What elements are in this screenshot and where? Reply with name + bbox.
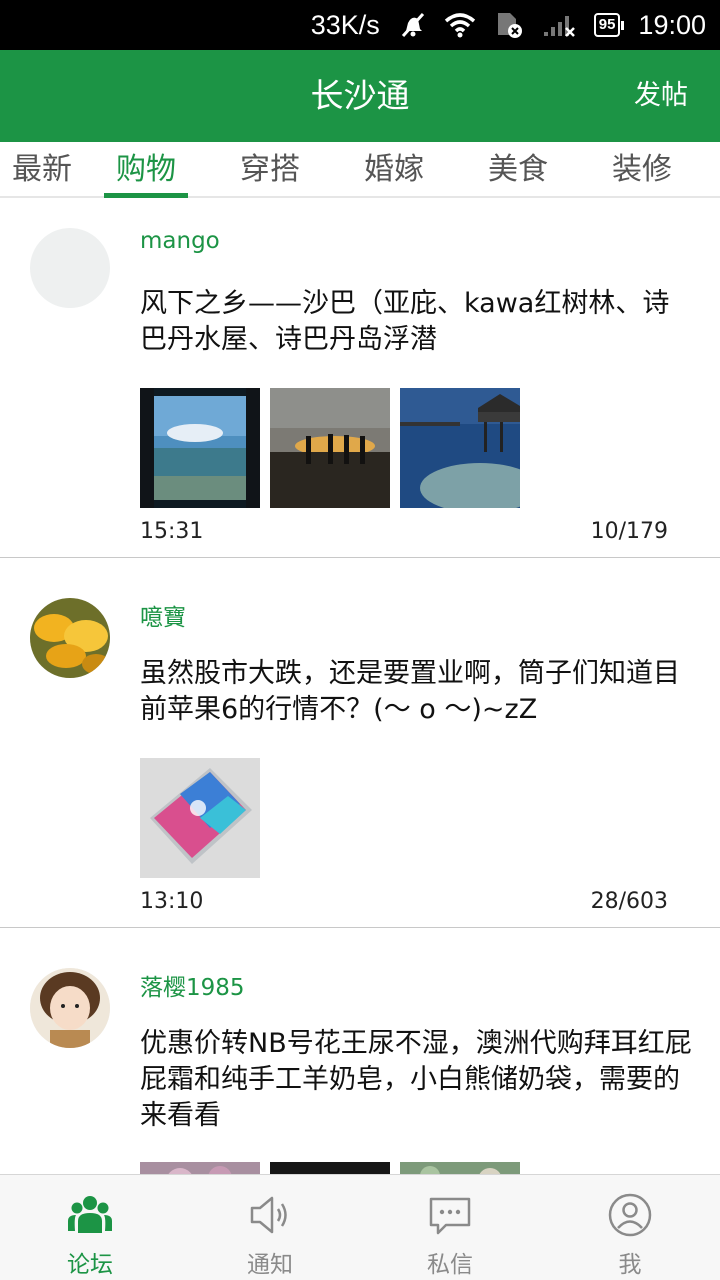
mute-icon <box>398 11 426 39</box>
post-title[interactable]: 虽然股市大跌，还是要置业啊，筒子们知道目前苹果6的行情不？(～ o ～)~zZ <box>140 656 692 728</box>
post-images <box>140 388 530 508</box>
post-time: 13:10 <box>140 889 204 914</box>
post-author[interactable]: 噫寶 <box>140 598 186 632</box>
nav-notifications[interactable]: 通知 <box>180 1175 360 1280</box>
nav-profile[interactable]: 我 <box>540 1175 720 1280</box>
tab-outfits[interactable]: 穿搭 <box>208 142 332 196</box>
tab-wedding[interactable]: 婚嫁 <box>332 142 456 196</box>
profile-icon <box>608 1193 652 1237</box>
post-feed[interactable]: mango 风下之乡——沙巴（亚庇、kawa红树林、诗巴丹水屋、诗巴丹岛浮潜 1… <box>0 200 720 1174</box>
new-post-button[interactable]: 发帖 <box>634 50 688 142</box>
forum-icon <box>68 1193 112 1237</box>
nav-forum[interactable]: 论坛 <box>0 1175 180 1280</box>
nav-label: 论坛 <box>67 1252 113 1278</box>
signal-icon <box>542 12 576 38</box>
post-image[interactable] <box>400 388 520 508</box>
post-images <box>140 758 270 878</box>
post-image[interactable] <box>140 388 260 508</box>
post-item[interactable]: 噫寶 虽然股市大跌，还是要置业啊，筒子们知道目前苹果6的行情不？(～ o ～)~… <box>0 558 720 928</box>
app-screen: 33K/s 95 19:00 长沙通 发帖 最新 购物 穿搭 婚嫁 美食 装修 <box>0 0 720 1280</box>
post-title[interactable]: 风下之乡——沙巴（亚庇、kawa红树林、诗巴丹水屋、诗巴丹岛浮潜 <box>140 286 692 358</box>
post-item[interactable]: 落樱1985 优惠价转NB号花王尿不湿，澳洲代购拜耳红屁屁霜和纯手工羊奶皂，小白… <box>0 928 720 1174</box>
post-image[interactable] <box>400 1162 520 1174</box>
nav-label: 我 <box>618 1252 642 1278</box>
post-reply-count: 28/603 <box>590 889 668 914</box>
post-image[interactable] <box>140 758 260 878</box>
battery-indicator: 95 <box>593 13 625 37</box>
post-time: 15:31 <box>140 519 204 544</box>
tab-shopping[interactable]: 购物 <box>84 142 208 198</box>
post-image[interactable] <box>270 1162 390 1174</box>
wifi-icon <box>444 12 476 38</box>
post-title[interactable]: 优惠价转NB号花王尿不湿，澳洲代购拜耳红屁屁霜和纯手工羊奶皂，小白熊储奶袋，需要… <box>140 1026 694 1134</box>
post-reply-count: 10/179 <box>590 519 668 544</box>
status-bar: 33K/s 95 19:00 <box>0 0 720 50</box>
tab-food[interactable]: 美食 <box>456 142 580 196</box>
post-image[interactable] <box>140 1162 260 1174</box>
post-image[interactable] <box>270 388 390 508</box>
tab-latest[interactable]: 最新 <box>0 142 84 196</box>
post-images <box>140 1162 530 1174</box>
tab-decoration[interactable]: 装修 <box>580 142 704 196</box>
app-header: 长沙通 发帖 <box>0 50 720 142</box>
avatar[interactable] <box>30 968 110 1048</box>
post-author[interactable]: 落樱1985 <box>140 968 245 1002</box>
category-tabs: 最新 购物 穿搭 婚嫁 美食 装修 <box>0 142 720 198</box>
nav-messages[interactable]: 私信 <box>360 1175 540 1280</box>
avatar[interactable] <box>30 228 110 308</box>
avatar[interactable] <box>30 598 110 678</box>
post-item[interactable]: mango 风下之乡——沙巴（亚庇、kawa红树林、诗巴丹水屋、诗巴丹岛浮潜 1… <box>0 200 720 558</box>
clock: 19:00 <box>638 9 706 40</box>
network-speed: 33K/s <box>310 9 380 40</box>
speaker-icon <box>248 1193 292 1237</box>
nav-label: 通知 <box>247 1252 293 1278</box>
sim-card-icon <box>494 11 524 39</box>
bottom-navigation: 论坛 通知 私信 我 <box>0 1174 720 1280</box>
post-author[interactable]: mango <box>140 228 220 254</box>
page-title: 长沙通 <box>310 76 410 115</box>
message-icon <box>428 1193 472 1237</box>
nav-label: 私信 <box>427 1252 473 1278</box>
